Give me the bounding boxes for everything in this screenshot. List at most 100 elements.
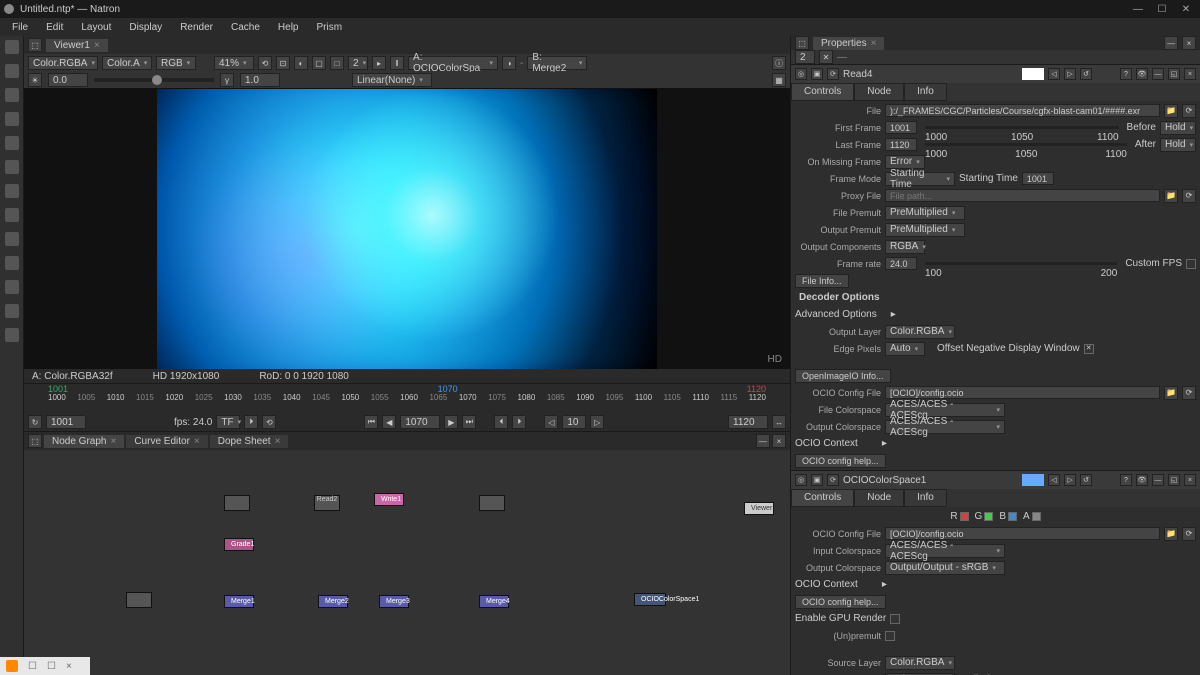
clear-icon[interactable]: ✕ xyxy=(819,50,833,64)
minimize-panel-icon[interactable]: — xyxy=(756,434,770,448)
clip-icon[interactable]: ◐ xyxy=(294,56,308,70)
tool-icon[interactable] xyxy=(5,232,19,246)
node-read[interactable] xyxy=(224,495,250,511)
loop-icon[interactable]: ↻ xyxy=(28,415,42,429)
folder-icon[interactable]: 📁 xyxy=(1164,104,1178,118)
prev-incr-button[interactable]: ⏴ xyxy=(494,415,508,429)
tool-icon[interactable] xyxy=(5,328,19,342)
close-icon[interactable]: × xyxy=(1184,474,1196,486)
properties-tab[interactable]: Properties× xyxy=(813,37,884,50)
tab-curve[interactable]: Curve Editor× xyxy=(126,435,207,448)
subtab-node[interactable]: Node xyxy=(854,83,904,101)
input-cs-dropdown[interactable]: ACES/ACES - ACEScg xyxy=(885,544,1005,558)
ocio-config-field[interactable]: [OCIO]/config.ocio xyxy=(885,527,1160,540)
file-premult-dropdown[interactable]: PreMultiplied xyxy=(885,206,965,220)
ocio-help-button[interactable]: OCIO config help... xyxy=(795,595,886,609)
tf-dropdown[interactable]: TF xyxy=(216,415,240,429)
reset-icon[interactable]: ↺ xyxy=(1080,474,1092,486)
tool-icon[interactable] xyxy=(5,256,19,270)
reset-icon[interactable]: ↺ xyxy=(1080,68,1092,80)
close-panel-icon[interactable]: × xyxy=(772,434,786,448)
unpremult-check[interactable] xyxy=(885,631,895,641)
turbo-icon[interactable]: ⏵ xyxy=(244,415,258,429)
minimize-panel-icon[interactable]: — xyxy=(1164,36,1178,50)
play-back-button[interactable]: ◀ xyxy=(382,415,396,429)
menu-display[interactable]: Display xyxy=(121,20,170,35)
arrange-icon[interactable]: ⬚ xyxy=(795,36,809,50)
input-b-dropdown[interactable]: B: Merge2 xyxy=(527,56,587,70)
layer-dropdown[interactable]: Color.RGBA xyxy=(28,56,98,70)
minimize-icon[interactable]: — xyxy=(1152,474,1164,486)
last-frame-field[interactable]: 1120 xyxy=(885,138,917,151)
custom-fps-check[interactable] xyxy=(1186,259,1196,269)
reload-icon[interactable]: ⟳ xyxy=(1182,104,1196,118)
tool-icon[interactable] xyxy=(5,40,19,54)
center-node-icon[interactable]: ◎ xyxy=(795,474,807,486)
roi-icon[interactable]: ▢ xyxy=(312,56,326,70)
menu-edit[interactable]: Edit xyxy=(38,20,71,35)
maximize-button[interactable]: ☐ xyxy=(1156,4,1168,15)
close-icon[interactable]: × xyxy=(110,436,116,447)
out-premult-dropdown[interactable]: PreMultiplied xyxy=(885,223,965,237)
tool-icon[interactable] xyxy=(5,112,19,126)
tab-nodegraph[interactable]: Node Graph× xyxy=(44,435,124,448)
color-swatch[interactable] xyxy=(1022,68,1044,80)
first-frame-button[interactable]: ⏮ xyxy=(364,415,378,429)
menu-help[interactable]: Help xyxy=(270,20,307,35)
minimize-button[interactable]: — xyxy=(1132,4,1144,15)
source-layer-dropdown[interactable]: Color.RGBA xyxy=(885,656,955,670)
gamma-input[interactable] xyxy=(240,73,280,87)
b-check[interactable] xyxy=(1008,512,1017,521)
float-icon[interactable]: ◱ xyxy=(1168,474,1180,486)
sync-icon[interactable]: ⟲ xyxy=(258,56,272,70)
checker-icon[interactable]: ▦ xyxy=(772,73,786,87)
redo-icon[interactable]: ▷ xyxy=(1064,68,1076,80)
task-icon[interactable] xyxy=(6,660,18,672)
node-merge[interactable]: Merge1 xyxy=(224,595,254,608)
tool-icon[interactable] xyxy=(5,160,19,174)
menu-render[interactable]: Render xyxy=(172,20,221,35)
out-layer-dropdown[interactable]: Color.RGBA xyxy=(885,325,955,339)
proxy-field[interactable]: File path... xyxy=(885,189,1160,202)
subtab-info[interactable]: Info xyxy=(904,489,947,507)
alpha-dropdown[interactable]: Color.A xyxy=(102,56,152,70)
tool-icon[interactable] xyxy=(5,280,19,294)
gamma-toggle[interactable]: γ xyxy=(220,73,234,87)
color-swatch[interactable] xyxy=(1022,474,1044,486)
frame-rate-field[interactable]: 24.0 xyxy=(885,257,917,270)
render-icon[interactable]: ▸ xyxy=(372,56,386,70)
prev-key-button[interactable]: ◁ xyxy=(544,415,558,429)
wipe-icon[interactable]: ◑ xyxy=(502,56,516,70)
start-time-field[interactable]: 1001 xyxy=(1022,172,1054,185)
gain-input[interactable] xyxy=(48,73,88,87)
file-field[interactable]: ):/_FRAMES/CGC/Particles/Course/cgfx-bla… xyxy=(885,104,1160,117)
task-icon[interactable]: ☐ xyxy=(28,661,37,672)
subtab-node[interactable]: Node xyxy=(854,489,904,507)
frame-end-input[interactable] xyxy=(728,415,768,429)
out-cs-dropdown[interactable]: ACES/ACES - ACEScg xyxy=(885,420,1005,434)
help-icon[interactable]: ? xyxy=(1120,474,1132,486)
tool-icon[interactable] xyxy=(5,184,19,198)
tool-icon[interactable] xyxy=(5,208,19,222)
enable-icon[interactable]: ▣ xyxy=(811,68,823,80)
node-viewer[interactable]: Viewer1 xyxy=(744,502,774,515)
menu-layout[interactable]: Layout xyxy=(73,20,119,35)
gpu-check[interactable] xyxy=(890,614,900,624)
viewer-tab[interactable]: Viewer1 × xyxy=(46,39,108,52)
sync-icon[interactable]: ⟲ xyxy=(262,415,276,429)
menu-file[interactable]: File xyxy=(4,20,36,35)
node-merge[interactable]: Merge4 xyxy=(479,595,509,608)
center-node-icon[interactable]: ◎ xyxy=(795,68,807,80)
frame-current-input[interactable] xyxy=(400,415,440,429)
task-icon[interactable]: ☐ xyxy=(47,661,56,672)
file-info-button[interactable]: File Info... xyxy=(795,274,849,288)
refresh-icon[interactable]: ⟳ xyxy=(827,474,839,486)
hide-icon[interactable]: 👁 xyxy=(1136,474,1148,486)
minimize-icon[interactable]: — xyxy=(1152,68,1164,80)
node-ociocs[interactable]: OCIOColorSpace1 xyxy=(634,593,666,606)
lut-dropdown[interactable]: Linear(None) xyxy=(352,73,432,87)
input-a-dropdown[interactable]: A: OCIOColorSpa xyxy=(408,56,498,70)
close-icon[interactable]: × xyxy=(94,40,100,51)
after-dropdown[interactable]: Hold xyxy=(1160,138,1196,152)
missing-dropdown[interactable]: Error xyxy=(885,155,925,169)
